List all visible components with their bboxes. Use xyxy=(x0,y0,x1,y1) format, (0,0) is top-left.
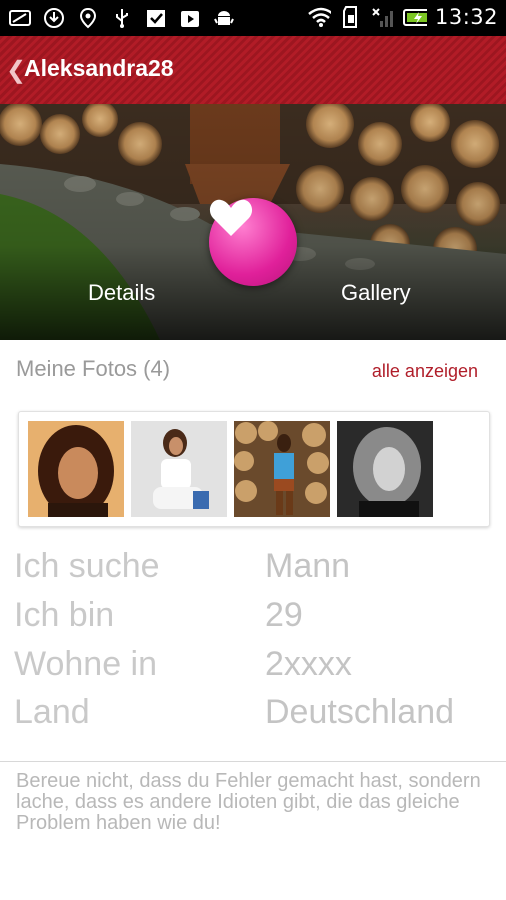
status-bar: 13:32 xyxy=(0,0,506,36)
photo-strip xyxy=(18,411,490,527)
info-row-country: Land Deutschland xyxy=(14,693,494,737)
info-label: Ich suche xyxy=(14,547,160,585)
usb-icon xyxy=(110,6,134,30)
info-row-age: Ich bin 29 xyxy=(14,596,494,640)
info-value: Mann xyxy=(265,547,351,585)
action-bar: ❮ Aleksandra28 xyxy=(0,36,506,104)
clock: 13:32 xyxy=(434,5,498,29)
screenshot-icon xyxy=(8,6,32,30)
photos-section-title: Meine Fotos (4) xyxy=(16,356,171,381)
location-icon xyxy=(76,6,100,30)
show-all-photos-link[interactable]: alle anzeigen xyxy=(372,361,478,382)
photo-thumbnail[interactable] xyxy=(28,421,124,517)
profile-hero-image: Details Gallery xyxy=(0,104,506,340)
battery-charging-icon xyxy=(402,5,427,29)
info-label: Land xyxy=(14,693,90,731)
photo-thumbnail[interactable] xyxy=(337,421,433,517)
sd-card-icon xyxy=(339,5,363,29)
info-label: Ich bin xyxy=(14,596,115,634)
info-row-looking-for: Ich suche Mann xyxy=(14,547,494,591)
divider xyxy=(0,761,506,762)
favorite-button[interactable] xyxy=(209,198,297,286)
info-label: Wohne in xyxy=(14,645,158,683)
play-store-icon xyxy=(178,6,202,30)
profile-quote: Bereue nicht, dass du Fehler gemacht has… xyxy=(16,770,481,834)
system-icons: 13:32 xyxy=(307,5,498,29)
profile-title[interactable]: Aleksandra28 xyxy=(24,55,174,82)
photo-thumbnail[interactable] xyxy=(234,421,330,517)
android-debug-icon xyxy=(212,6,236,30)
download-icon xyxy=(42,6,66,30)
tab-gallery[interactable]: Gallery xyxy=(341,280,411,306)
info-value: 29 xyxy=(265,596,303,634)
no-signal-icon xyxy=(371,5,395,29)
photo-thumbnail[interactable] xyxy=(131,421,227,517)
tab-details[interactable]: Details xyxy=(88,280,155,306)
wifi-icon xyxy=(307,5,331,29)
checkbox-icon xyxy=(144,6,168,30)
heart-icon xyxy=(209,199,253,236)
info-row-location: Wohne in 2xxxx xyxy=(14,645,494,689)
notification-icons xyxy=(8,6,236,30)
info-value: Deutschland xyxy=(265,693,455,731)
info-value: 2xxxx xyxy=(265,645,352,683)
